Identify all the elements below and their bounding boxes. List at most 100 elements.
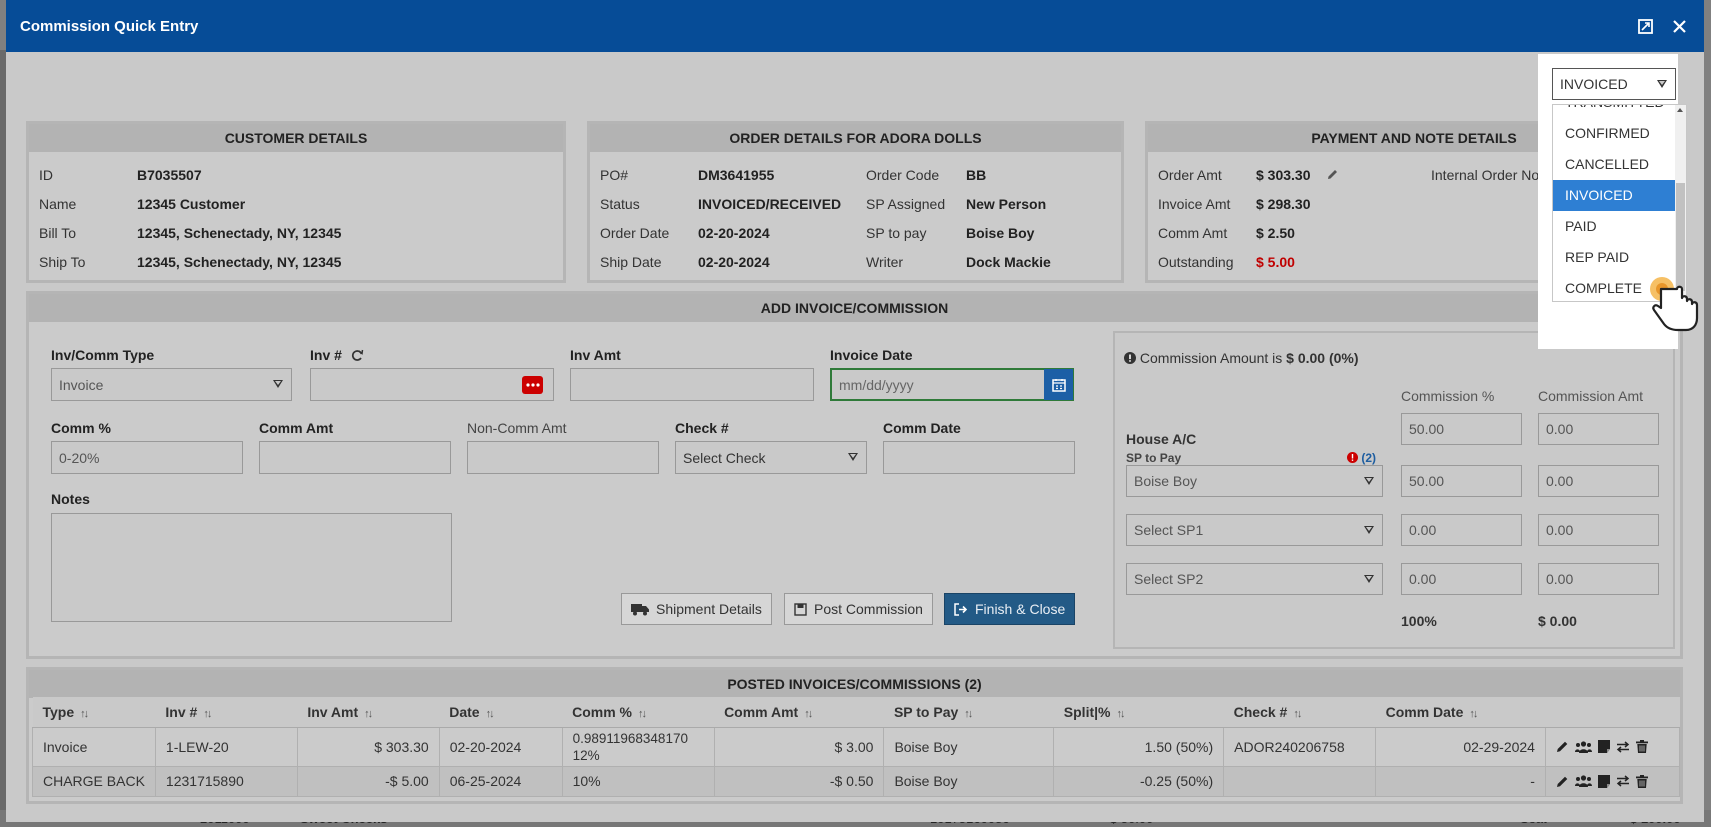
col-inv-amt[interactable]: Inv Amt ↑↓ xyxy=(297,697,440,728)
ship-date: 02-20-2024 xyxy=(698,254,770,270)
cell-type: CHARGE BACK xyxy=(32,765,156,797)
bill-to: 12345, Schenectady, NY, 12345 xyxy=(137,225,342,241)
posted-invoices-table: Type ↑↓ Inv # ↑↓ Inv Amt ↑↓ Date ↑↓ Comm % ↑↓… xyxy=(32,697,1681,797)
sp2-amt-input[interactable]: 0.00 xyxy=(1538,563,1659,595)
writer-label: Writer xyxy=(866,254,904,270)
status-option-invoiced[interactable]: INVOICED xyxy=(1553,180,1686,211)
order-date: 02-20-2024 xyxy=(698,225,770,241)
inv-comm-type-select[interactable]: Invoice xyxy=(51,368,292,401)
edit-icon[interactable] xyxy=(1556,740,1569,753)
status-option-confirmed[interactable]: CONFIRMED xyxy=(1553,118,1686,149)
calendar-icon[interactable] xyxy=(1044,369,1073,400)
col-commission-amt: Commission Amt xyxy=(1538,388,1644,404)
customer-name: 12345 Customer xyxy=(137,196,246,212)
sp-amt-input[interactable]: 0.00 xyxy=(1538,465,1659,497)
trash-icon[interactable] xyxy=(1635,774,1648,788)
status-option-cancelled[interactable]: CANCELLED xyxy=(1553,149,1686,180)
comm-amt-field-label: Comm Amt xyxy=(259,420,334,436)
exchange-icon[interactable] xyxy=(1616,775,1630,787)
table-row: CHARGE BACK 1231715890 -$ 5.00 06-25-202… xyxy=(32,765,1681,797)
refresh-icon[interactable] xyxy=(351,349,364,362)
status-option-rep-paid[interactable]: REP PAID xyxy=(1553,242,1686,273)
inv-no-input[interactable] xyxy=(310,368,554,401)
post-commission-button[interactable]: Post Commission xyxy=(784,593,933,625)
inv-comm-type-value: Invoice xyxy=(59,376,104,393)
comm-pct-input[interactable]: 0-20% xyxy=(51,441,243,474)
commission-info-value: $ 0.00 (0%) xyxy=(1286,350,1359,366)
status-select[interactable]: INVOICED xyxy=(1552,68,1676,100)
cell-comm-date: 02-29-2024 xyxy=(1375,726,1546,767)
sp1-amt-input[interactable]: 0.00 xyxy=(1538,514,1659,546)
check-select[interactable]: Select Check xyxy=(675,441,867,474)
pencil-icon[interactable] xyxy=(1326,168,1339,184)
note-icon[interactable] xyxy=(1597,774,1610,788)
order-amt-label: Order Amt xyxy=(1158,167,1222,183)
edit-icon[interactable] xyxy=(1556,775,1569,788)
sp-count: (2) xyxy=(1347,451,1376,465)
cell-inv-amt: $ 303.30 xyxy=(296,726,440,767)
sp-count-value: (2) xyxy=(1361,451,1377,465)
shipment-details-label: Shipment Details xyxy=(656,601,762,617)
finish-close-button[interactable]: Finish & Close xyxy=(944,593,1076,625)
order-date-label: Order Date xyxy=(600,225,670,241)
total-amt: $ 0.00 xyxy=(1538,613,1577,629)
comm-pct-placeholder: 0-20% xyxy=(59,449,100,466)
inv-amt-input[interactable] xyxy=(570,368,814,401)
order-code-label: Order Code xyxy=(866,167,940,183)
house-pct-input[interactable]: 50.00 xyxy=(1401,413,1522,445)
sp-pct-input[interactable]: 50.00 xyxy=(1401,465,1522,497)
sp1-select[interactable]: Select SP1 xyxy=(1126,514,1383,546)
close-icon[interactable] xyxy=(1668,15,1690,37)
cell-inv-amt: -$ 5.00 xyxy=(296,765,440,797)
col-split[interactable]: Split|% ↑↓ xyxy=(1053,697,1224,728)
finish-close-label: Finish & Close xyxy=(975,601,1066,617)
comm-date-input[interactable] xyxy=(883,441,1075,474)
house-amt-input[interactable]: 0.00 xyxy=(1538,413,1659,445)
sp-assigned-label: SP Assigned xyxy=(866,196,946,212)
note-icon[interactable] xyxy=(1597,740,1610,753)
alert-icon xyxy=(1347,452,1358,463)
trash-icon[interactable] xyxy=(1635,740,1648,753)
col-comm-amt[interactable]: Comm Amt ↑↓ xyxy=(714,697,884,728)
invoice-date-input[interactable]: mm/dd/yyyy xyxy=(830,368,1074,401)
users-icon[interactable] xyxy=(1574,740,1592,753)
col-actions xyxy=(1545,697,1680,728)
house-amt: 0.00 xyxy=(1546,421,1574,437)
customer-name-label: Name xyxy=(39,196,77,212)
sp1-pct-input[interactable]: 0.00 xyxy=(1401,514,1522,546)
commission-modal: Commission Quick Entry CUSTOMER DETAILS … xyxy=(6,0,1704,822)
comm-amt: $ 2.50 xyxy=(1256,225,1295,241)
more-icon[interactable] xyxy=(522,376,543,394)
notes-textarea[interactable] xyxy=(51,513,452,622)
non-comm-amt-input[interactable] xyxy=(467,441,659,474)
house-pct: 50.00 xyxy=(1409,421,1445,437)
col-type[interactable]: Type ↑↓ xyxy=(32,697,156,728)
exchange-icon[interactable] xyxy=(1616,740,1630,753)
cell-comm-date: - xyxy=(1375,765,1546,797)
col-check-no[interactable]: Check # ↑↓ xyxy=(1223,697,1376,728)
col-comm-date[interactable]: Comm Date ↑↓ xyxy=(1375,697,1546,728)
col-date[interactable]: Date ↑↓ xyxy=(439,697,563,728)
col-comm-pct[interactable]: Comm % ↑↓ xyxy=(562,697,715,728)
customer-id-label: ID xyxy=(39,167,53,183)
notes-label: Notes xyxy=(51,491,90,507)
maximize-icon[interactable] xyxy=(1634,15,1656,37)
posted-invoices-heading: POSTED INVOICES/COMMISSIONS (2) xyxy=(29,670,1680,698)
status-option-transmitted[interactable]: TRANSMITTED xyxy=(1553,105,1686,118)
sp2-pct-input[interactable]: 0.00 xyxy=(1401,563,1522,595)
users-icon[interactable] xyxy=(1574,775,1592,787)
status-option-paid[interactable]: PAID xyxy=(1553,211,1686,242)
sp-amt: 0.00 xyxy=(1546,473,1574,489)
scroll-up-icon[interactable] xyxy=(1677,108,1683,112)
col-inv-no[interactable]: Inv # ↑↓ xyxy=(155,697,298,728)
cell-comm-amt: $ 3.00 xyxy=(713,726,885,767)
sp-to-pay-select[interactable]: Boise Boy xyxy=(1126,465,1383,497)
sp2-select[interactable]: Select SP2 xyxy=(1126,563,1383,595)
comm-pct-label: Comm % xyxy=(51,420,111,436)
col-sp-to-pay[interactable]: SP to Pay ↑↓ xyxy=(883,697,1054,728)
shipment-details-button[interactable]: Shipment Details xyxy=(621,593,772,625)
table-row: Invoice 1-LEW-20 $ 303.30 02-20-2024 0.9… xyxy=(32,726,1681,767)
save-icon xyxy=(794,602,807,616)
cell-comm-pct: 0.98911968348170 12% xyxy=(561,726,715,767)
comm-amt-input[interactable] xyxy=(259,441,451,474)
